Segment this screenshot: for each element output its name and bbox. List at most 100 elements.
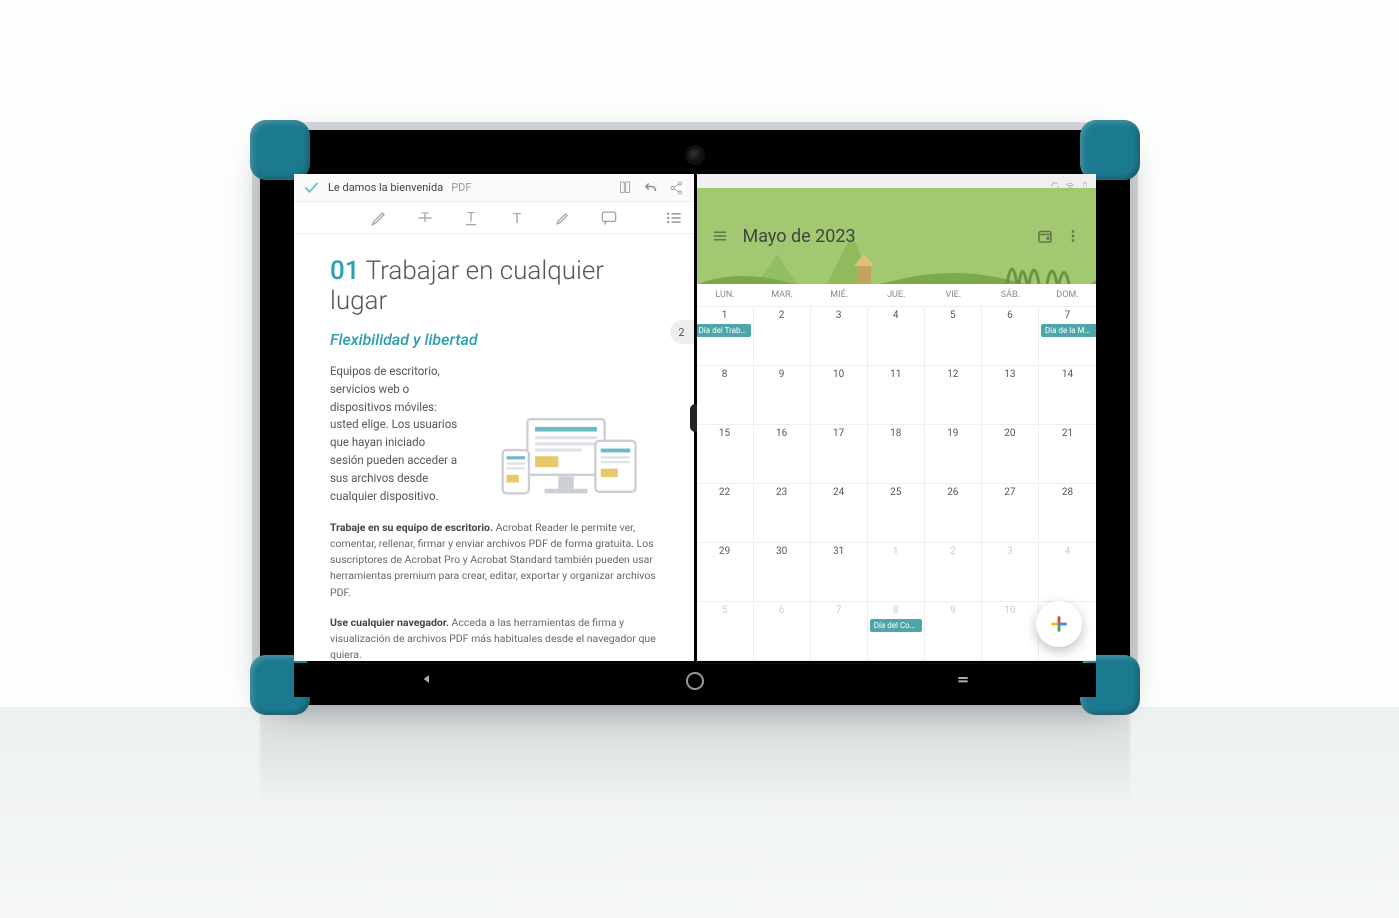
- day-number: 1: [722, 310, 728, 321]
- calendar-day[interactable]: 11: [868, 366, 925, 424]
- undo-icon[interactable]: [642, 179, 660, 197]
- calendar-day[interactable]: 1 Día del Trabajo: [697, 307, 754, 365]
- day-number: 2: [950, 546, 956, 557]
- day-number: 8: [893, 605, 899, 616]
- calendar-day[interactable]: 10: [811, 366, 868, 424]
- android-navbar: [294, 663, 1096, 697]
- calendar-day[interactable]: 12: [925, 366, 982, 424]
- sync-icon: [1050, 176, 1060, 186]
- calendar-day[interactable]: 2: [754, 307, 811, 365]
- calendar-day[interactable]: 8: [697, 366, 754, 424]
- calendar-day[interactable]: 4: [1039, 543, 1096, 601]
- today-icon[interactable]: [1036, 227, 1054, 245]
- day-of-week-row: LUN.MAR.MIÉ.JUE.VIE.SÁB.DOM.: [697, 284, 1097, 307]
- day-number: 3: [836, 310, 842, 321]
- calendar-day[interactable]: 21: [1039, 425, 1096, 483]
- calendar-day[interactable]: 24: [811, 484, 868, 542]
- day-number: 5: [722, 605, 728, 616]
- calendar-day[interactable]: 23: [754, 484, 811, 542]
- add-event-button[interactable]: [1036, 601, 1082, 647]
- doc-heading: 01Trabajar en cualquier lugar: [330, 256, 658, 316]
- day-number: 5: [950, 310, 956, 321]
- text-icon[interactable]: T: [507, 208, 527, 228]
- calendar-header: Mayo de 2023: [697, 188, 1097, 284]
- calendar-event[interactable]: Día de la Madre: [1041, 324, 1096, 337]
- calendar-day[interactable]: 9: [754, 366, 811, 424]
- pdf-toolbar: T T T: [294, 202, 694, 234]
- dow-label: MIÉ.: [811, 290, 868, 300]
- calendar-day[interactable]: 3: [811, 307, 868, 365]
- day-number: 20: [1004, 428, 1015, 439]
- calendar-day[interactable]: 13: [982, 366, 1039, 424]
- calendar-day[interactable]: 19: [925, 425, 982, 483]
- day-number: 16: [776, 428, 787, 439]
- check-icon[interactable]: [302, 179, 320, 197]
- highlight-icon[interactable]: [369, 208, 389, 228]
- calendar-day[interactable]: 14: [1039, 366, 1096, 424]
- calendar-day[interactable]: 30: [754, 543, 811, 601]
- bookmark-icon[interactable]: [616, 179, 634, 197]
- list-icon[interactable]: [664, 208, 684, 228]
- underline-icon[interactable]: T: [461, 208, 481, 228]
- nav-recents-button[interactable]: [955, 671, 971, 691]
- calendar-day[interactable]: 22: [697, 484, 754, 542]
- calendar-day[interactable]: 20: [982, 425, 1039, 483]
- calendar-day[interactable]: 29: [697, 543, 754, 601]
- day-number: 4: [1065, 546, 1071, 557]
- calendar-day[interactable]: 26: [925, 484, 982, 542]
- svg-text:T: T: [421, 211, 429, 226]
- calendar-day[interactable]: 17: [811, 425, 868, 483]
- calendar-day[interactable]: 15: [697, 425, 754, 483]
- doc-paragraph: Trabaje en su equipo de escritorio. Acro…: [330, 520, 658, 601]
- calendar-grid: LUN.MAR.MIÉ.JUE.VIE.SÁB.DOM. 1 Día del Tr…: [697, 284, 1097, 661]
- calendar-event[interactable]: Día del Corpus: [870, 619, 922, 632]
- calendar-day[interactable]: 3: [982, 543, 1039, 601]
- day-number: 9: [779, 369, 785, 380]
- calendar-day[interactable]: 6: [754, 602, 811, 660]
- day-number: 3: [1007, 546, 1013, 557]
- comment-icon[interactable]: [599, 208, 619, 228]
- month-title[interactable]: Mayo de 2023: [743, 226, 856, 247]
- calendar-day[interactable]: 7: [811, 602, 868, 660]
- strikethrough-icon[interactable]: T: [415, 208, 435, 228]
- dow-label: LUN.: [697, 290, 754, 300]
- calendar-day[interactable]: 5: [697, 602, 754, 660]
- calendar-day[interactable]: 18: [868, 425, 925, 483]
- calendar-event[interactable]: Día del Trabajo: [697, 324, 751, 337]
- calendar-week: 5678Día del Corpus91011: [697, 602, 1097, 661]
- dow-label: SÁB.: [982, 290, 1039, 300]
- share-icon[interactable]: [668, 179, 686, 197]
- nav-back-button[interactable]: [419, 671, 435, 691]
- doc-paragraph: Use cualquier navegador. Acceda a las he…: [330, 615, 658, 661]
- more-icon[interactable]: [1064, 227, 1082, 245]
- day-number: 11: [890, 369, 901, 380]
- calendar-day[interactable]: 25: [868, 484, 925, 542]
- pdf-content[interactable]: 2 01Trabajar en cualquier lugar Flexibil…: [294, 234, 694, 661]
- dow-label: MAR.: [754, 290, 811, 300]
- nav-home-button[interactable]: [686, 672, 704, 690]
- calendar-day[interactable]: 5: [925, 307, 982, 365]
- calendar-week: 1 Día del Trabajo2 3 4 5 67Día de la Madre: [697, 307, 1097, 366]
- calendar-day[interactable]: 10: [982, 602, 1039, 660]
- tablet-reflection: [260, 707, 1130, 837]
- calendar-day[interactable]: 27: [982, 484, 1039, 542]
- calendar-day[interactable]: 4: [868, 307, 925, 365]
- dow-label: JUE.: [868, 290, 925, 300]
- calendar-day[interactable]: 31: [811, 543, 868, 601]
- pdf-file-title: Le damos la bienvenida: [328, 181, 443, 194]
- calendar-day[interactable]: 8 Día del Corpus: [868, 602, 925, 660]
- calendar-day[interactable]: 1: [868, 543, 925, 601]
- calendar-day[interactable]: 9: [925, 602, 982, 660]
- calendar-day[interactable]: 7Día de la Madre: [1039, 307, 1096, 365]
- calendar-day[interactable]: 16: [754, 425, 811, 483]
- wifi-icon: [1065, 176, 1075, 186]
- calendar-day[interactable]: 6: [982, 307, 1039, 365]
- day-number: 21: [1062, 428, 1073, 439]
- menu-icon[interactable]: [711, 227, 729, 245]
- day-number: 6: [779, 605, 785, 616]
- calendar-day[interactable]: 2: [925, 543, 982, 601]
- svg-text:T: T: [467, 210, 475, 225]
- day-number: 9: [950, 605, 956, 616]
- calendar-day[interactable]: 28: [1039, 484, 1096, 542]
- draw-icon[interactable]: [553, 208, 573, 228]
